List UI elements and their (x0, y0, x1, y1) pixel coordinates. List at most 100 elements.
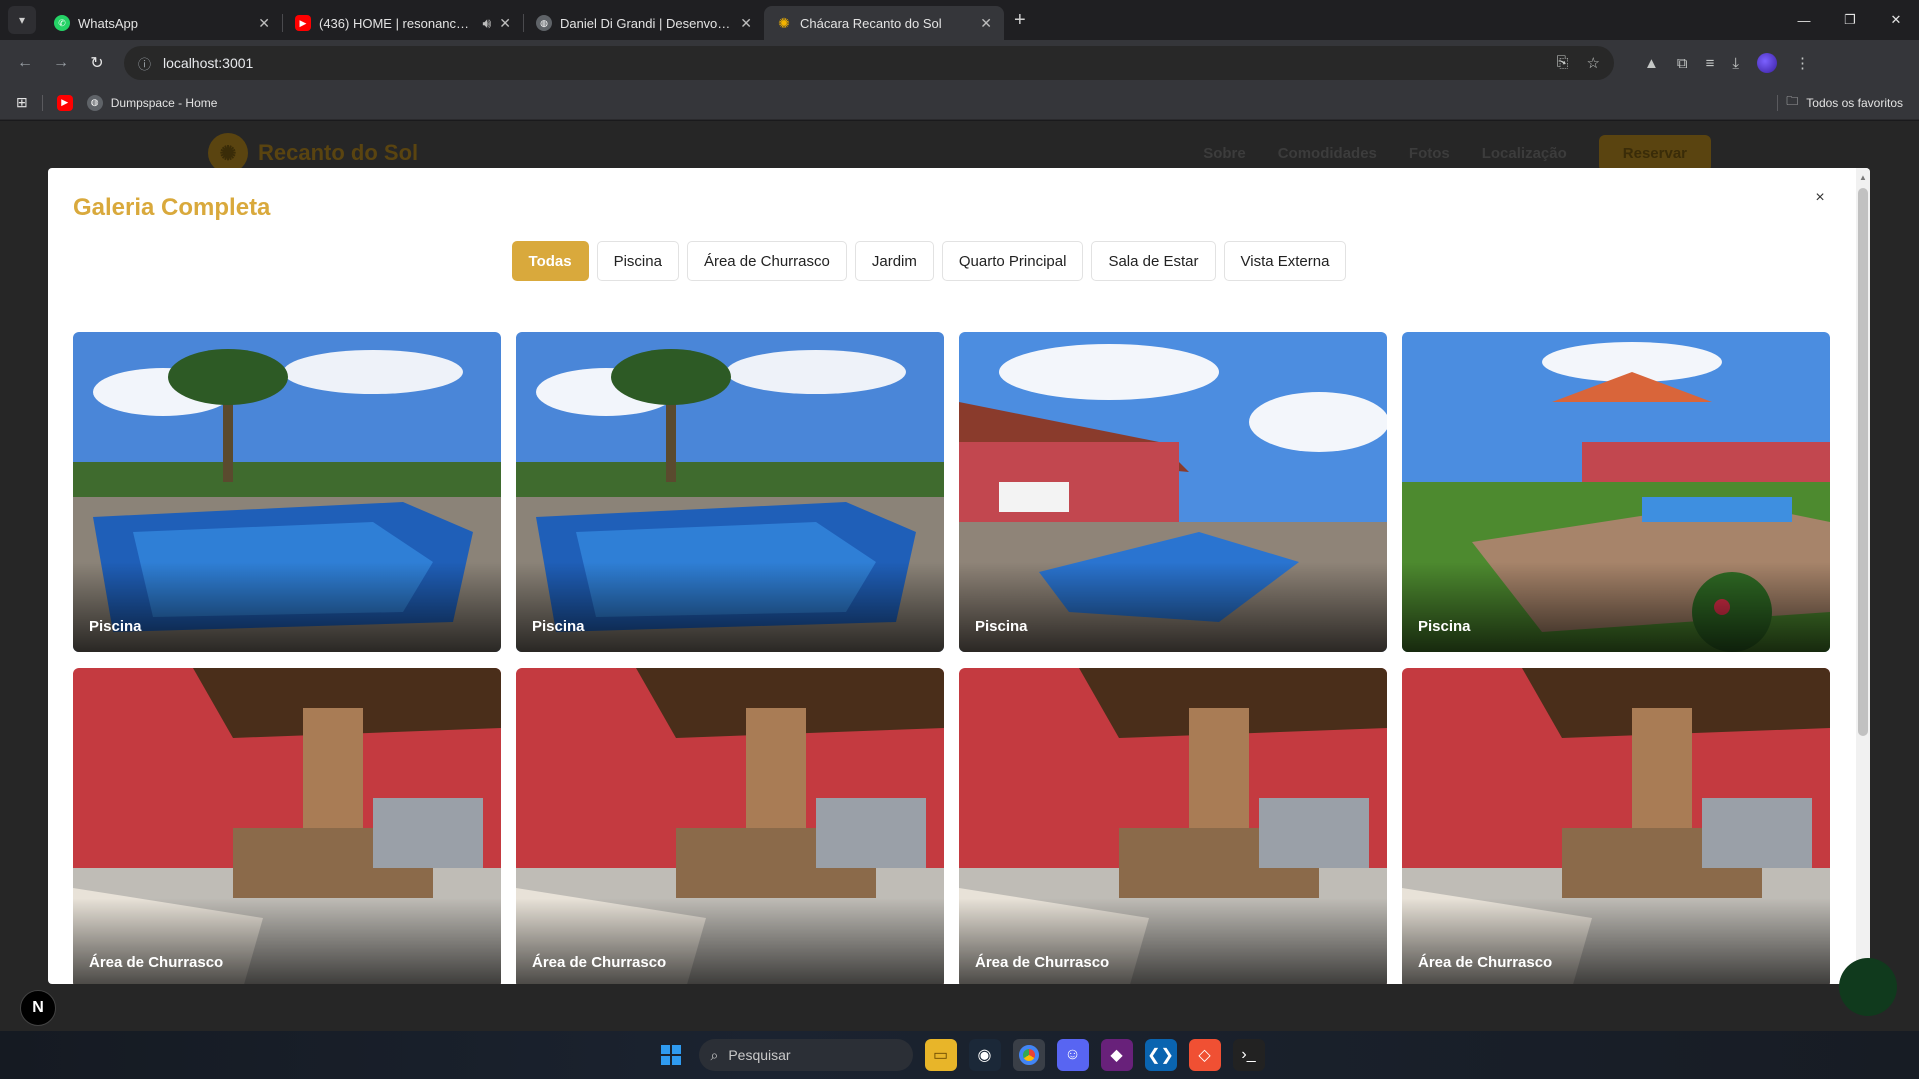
caption-gradient (73, 562, 501, 652)
restore-icon[interactable]: ❐ (1827, 0, 1873, 40)
photo-card[interactable]: Área de Churrasco (73, 668, 501, 984)
tab-title: Daniel Di Grandi | Desenvolvedor (560, 15, 732, 31)
modal-scrollbar[interactable]: ▲ ▼ (1856, 168, 1870, 984)
bookmark-divider (41, 94, 43, 111)
discord-icon[interactable]: ☺ (1056, 1039, 1089, 1071)
speaker-icon[interactable]: 🔊︎ (482, 15, 491, 32)
bookmark-dumpspace[interactable]: ◍ Dumpspace - Home (86, 94, 217, 111)
modal-title: Galeria Completa (73, 194, 271, 221)
vscode-icon[interactable]: ❮❯ (1144, 1039, 1177, 1071)
logo-text: Recanto do Sol (258, 140, 419, 165)
gallery-modal: Galeria Completa × Todas Piscina Área de… (48, 168, 1870, 984)
tab-youtube[interactable]: ▶ (436) HOME | resonance (sl 🔊︎ ✕ (283, 6, 523, 40)
whatsapp-icon: ✆ (54, 15, 70, 31)
caption-gradient (516, 562, 944, 652)
tab-recanto[interactable]: ✺ Chácara Recanto do Sol ✕ (764, 6, 1004, 40)
filter-vista-externa[interactable]: Vista Externa (1223, 241, 1347, 281)
whatsapp-float-button[interactable] (1839, 958, 1897, 1016)
nav-link-sobre[interactable]: Sobre (1203, 145, 1246, 162)
extensions-area: ▲ ⧉ ≡ ⤓ ⋮ (1644, 53, 1810, 73)
nav-link-fotos[interactable]: Fotos (1409, 145, 1450, 162)
reload-icon[interactable]: ↻ (82, 48, 112, 78)
all-bookmarks-label: Todos os favoritos (1806, 95, 1903, 110)
taskbar-search[interactable]: ⌕ Pesquisar (698, 1039, 913, 1071)
tab-title: WhatsApp (78, 15, 138, 31)
nav-link-comodidades[interactable]: Comodidades (1278, 145, 1377, 162)
menu-icon[interactable]: ⋮ (1795, 54, 1810, 72)
drive-icon[interactable]: ▲ (1644, 55, 1659, 72)
close-icon[interactable]: ✕ (258, 15, 270, 32)
chrome-icon[interactable] (1012, 1039, 1045, 1071)
photo-card[interactable]: Piscina (1402, 332, 1830, 652)
extensions-icon[interactable]: ⧉ (1677, 55, 1688, 72)
taskbar-search-placeholder: Pesquisar (728, 1047, 791, 1063)
windows-start-icon[interactable] (655, 1039, 687, 1071)
photo-caption: Piscina (975, 618, 1028, 635)
tab-search-button[interactable]: ▾ (8, 6, 36, 34)
filter-piscina[interactable]: Piscina (596, 241, 679, 281)
steam-icon[interactable]: ◉ (968, 1039, 1001, 1071)
youtube-icon: ▶ (56, 94, 73, 111)
close-icon[interactable]: ✕ (499, 15, 511, 32)
tab-title: (436) HOME | resonance (sl (319, 15, 475, 31)
nextjs-dev-badge[interactable]: N (20, 990, 56, 1026)
close-window-icon[interactable]: ✕ (1873, 0, 1919, 40)
minimize-icon[interactable]: — (1781, 0, 1827, 40)
nav-link-localizacao[interactable]: Localização (1482, 145, 1567, 162)
git-icon[interactable]: ◇ (1188, 1039, 1221, 1071)
caption-gradient (73, 898, 501, 984)
photo-caption: Área de Churrasco (89, 954, 224, 971)
photo-card[interactable]: Piscina (959, 332, 1387, 652)
bookmarks-bar: ⊞ ▶ ◍ Dumpspace - Home 🗀 Todos os favori… (0, 86, 1919, 120)
filter-area-de-churrasco[interactable]: Área de Churrasco (686, 241, 847, 281)
tab-whatsapp[interactable]: ✆ WhatsApp ✕ (42, 6, 282, 40)
filter-sala-de-estar[interactable]: Sala de Estar (1091, 241, 1216, 281)
window-controls: — ❐ ✕ (1781, 0, 1919, 40)
site-logo[interactable]: ✺ Recanto do Sol (208, 133, 418, 173)
photo-caption: Área de Churrasco (1418, 954, 1553, 971)
apps-grid-icon[interactable]: ⊞ (16, 94, 28, 111)
photo-card[interactable]: Piscina (73, 332, 501, 652)
terminal-icon[interactable]: ›_ (1232, 1039, 1265, 1071)
photo-caption: Piscina (1418, 618, 1471, 635)
address-bar[interactable]: ⓘ localhost:3001 ⎘ ☆ (124, 46, 1614, 80)
close-icon[interactable]: ✕ (980, 15, 992, 32)
visual-studio-icon[interactable]: ◆ (1100, 1039, 1133, 1071)
forward-icon[interactable]: → (46, 48, 76, 78)
photo-card[interactable]: Piscina (516, 332, 944, 652)
youtube-icon: ▶ (295, 15, 311, 31)
search-icon: ⌕ (710, 1046, 719, 1063)
filter-jardim[interactable]: Jardim (854, 241, 934, 281)
scrollbar-thumb[interactable] (1858, 188, 1868, 736)
folder-icon: 🗀 (1786, 94, 1799, 108)
tab-title: Chácara Recanto do Sol (800, 15, 942, 31)
os-taskbar: ⌕ Pesquisar ▭ ◉ ☺ ◆ ❮❯ ◇ ›_ (0, 1031, 1919, 1079)
reserve-button[interactable]: Reservar (1598, 134, 1711, 172)
file-explorer-icon[interactable]: ▭ (924, 1039, 957, 1071)
install-app-icon[interactable]: ⎘ (1557, 54, 1569, 72)
reading-list-icon[interactable]: ≡ (1706, 55, 1715, 72)
bookmark-youtube[interactable]: ▶ (56, 94, 73, 111)
caption-gradient (959, 898, 1387, 984)
photo-card[interactable]: Área de Churrasco (959, 668, 1387, 984)
profile-avatar[interactable] (1756, 53, 1777, 73)
close-icon[interactable]: ✕ (740, 15, 752, 32)
filter-todas[interactable]: Todas (511, 241, 589, 281)
browser-tab-bar: ▾ ✆ WhatsApp ✕ ▶ (436) HOME | resonance … (0, 0, 1919, 40)
url-text[interactable]: localhost:3001 (163, 55, 253, 71)
bookmark-star-icon[interactable]: ☆ (1587, 54, 1600, 72)
new-tab-button[interactable]: + (1014, 9, 1026, 32)
tab-portfolio[interactable]: ◍ Daniel Di Grandi | Desenvolvedor ✕ (524, 6, 764, 40)
download-icon[interactable]: ⤓ (1732, 55, 1739, 72)
scroll-up-icon[interactable]: ▲ (1856, 170, 1870, 184)
close-icon[interactable]: × (1808, 186, 1832, 210)
caption-gradient (1402, 562, 1830, 652)
photo-card[interactable]: Área de Churrasco (516, 668, 944, 984)
all-bookmarks[interactable]: 🗀 Todos os favoritos (1777, 92, 1903, 113)
filter-bar: Todas Piscina Área de Churrasco Jardim Q… (48, 241, 1870, 281)
back-icon[interactable]: ← (10, 48, 40, 78)
sun-icon: ✺ (208, 133, 248, 173)
site-info-icon[interactable]: ⓘ (138, 54, 151, 73)
filter-quarto-principal[interactable]: Quarto Principal (941, 241, 1084, 281)
photo-card[interactable]: Área de Churrasco (1402, 668, 1830, 984)
